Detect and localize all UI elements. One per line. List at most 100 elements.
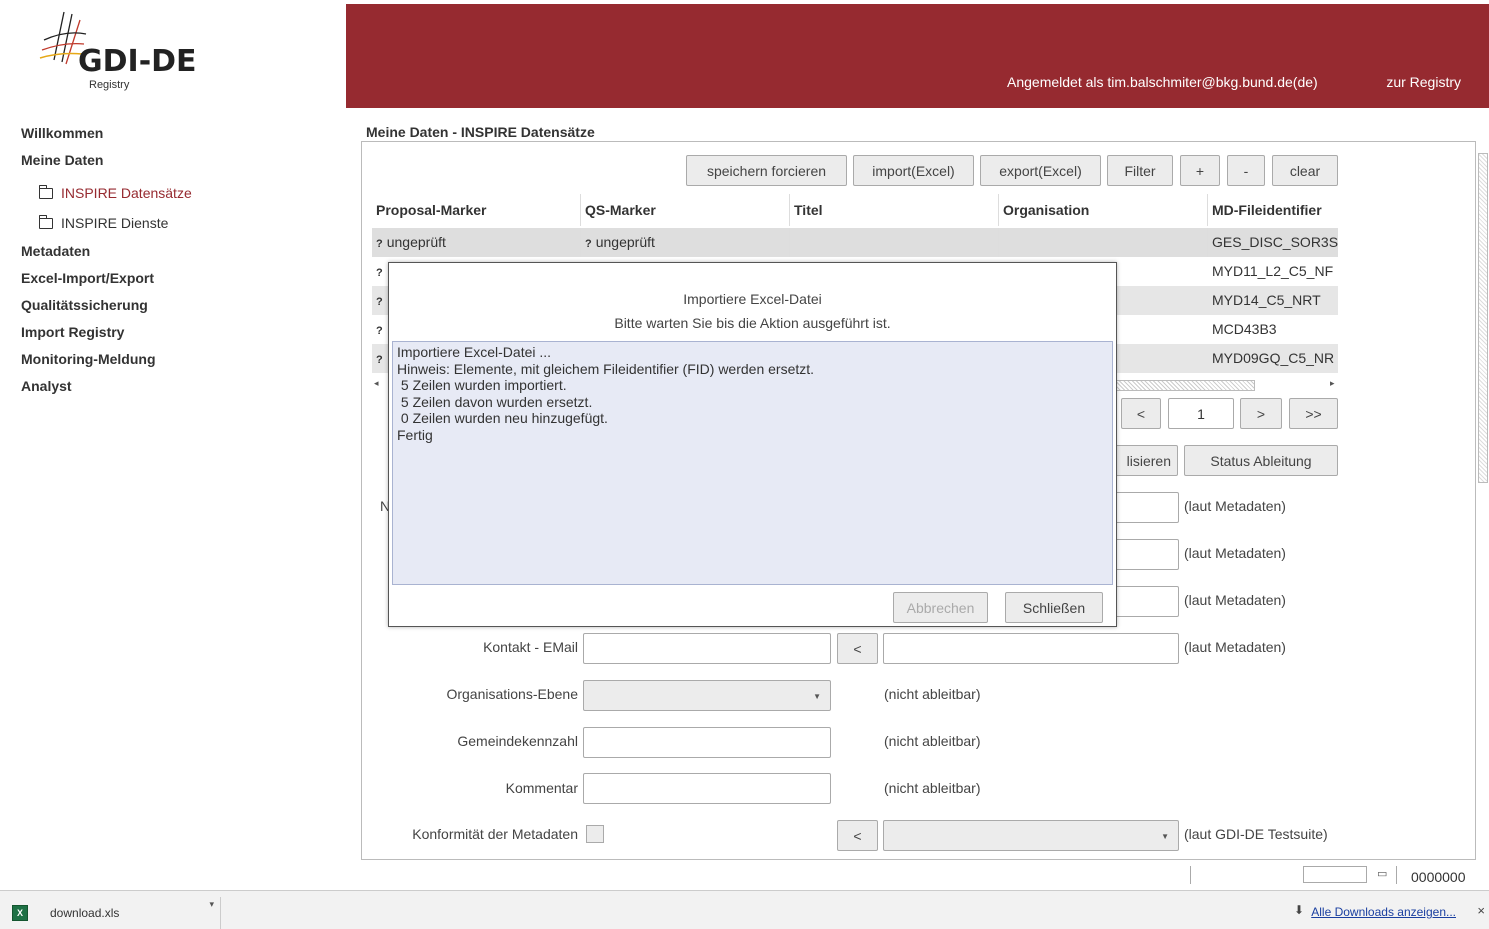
dialog-subtitle: Bitte warten Sie bis die Aktion ausgefüh… xyxy=(614,315,891,331)
close-button[interactable]: Schließen xyxy=(1005,592,1103,623)
cell-fid: MYD09GQ_C5_NR xyxy=(1212,350,1335,366)
logged-in-user: Angemeldet als tim.balschmiter@bkg.bund.… xyxy=(1007,74,1318,90)
page-number-input[interactable]: 1 xyxy=(1168,398,1234,429)
column-header-titel[interactable]: Titel xyxy=(790,194,999,226)
question-icon: ? xyxy=(585,238,592,250)
close-icon[interactable]: × xyxy=(1477,903,1485,918)
scroll-right-icon[interactable]: ▸ xyxy=(1330,378,1335,389)
filter-button[interactable]: Filter xyxy=(1107,155,1173,186)
gdi-de-logo[interactable]: GDI-DE Registry xyxy=(36,10,206,100)
note-not-derivable: (nicht ableitbar) xyxy=(884,733,981,749)
org-level-label: Organisations-Ebene xyxy=(446,686,578,702)
horizontal-scrollbar[interactable] xyxy=(1110,380,1255,391)
nav-analyst[interactable]: Analyst xyxy=(21,377,331,404)
org-level-select[interactable]: ▼ xyxy=(583,680,831,711)
nav-sub-label: INSPIRE Dienste xyxy=(61,215,169,231)
status-derivation-button[interactable]: Status Ableitung xyxy=(1184,445,1338,476)
divider xyxy=(1190,866,1191,884)
folder-icon xyxy=(38,184,53,199)
cell-organisation xyxy=(999,228,1208,257)
copy-conformity-button[interactable]: < xyxy=(837,820,878,851)
municipality-label: Gemeindekennzahl xyxy=(457,733,578,749)
excel-file-icon: X xyxy=(12,905,28,921)
cancel-button[interactable]: Abbrechen xyxy=(893,592,988,623)
force-save-button[interactable]: speichern forcieren xyxy=(686,155,847,186)
vertical-scrollbar[interactable] xyxy=(1477,141,1489,860)
note-metadata: (laut Metadaten) xyxy=(1184,639,1286,655)
nav-excel-import-export[interactable]: Excel-Import/Export xyxy=(21,269,331,296)
cell-titel xyxy=(790,228,999,257)
download-arrow-icon: ⬇ xyxy=(1293,903,1304,917)
divider xyxy=(1396,866,1397,884)
question-icon: ? xyxy=(376,267,383,279)
import-excel-button[interactable]: import(Excel) xyxy=(853,155,974,186)
import-dialog: Importiere Excel-Datei Bitte warten Sie … xyxy=(388,262,1117,627)
download-item[interactable]: X download.xls ▾ xyxy=(8,897,221,929)
last-page-button[interactable]: >> xyxy=(1289,398,1338,429)
remove-button[interactable]: - xyxy=(1227,155,1265,186)
nav-willkommen[interactable]: Willkommen xyxy=(21,124,331,151)
window-icon: ▭ xyxy=(1377,868,1388,880)
column-header-proposal[interactable]: Proposal-Marker xyxy=(372,194,581,226)
next-page-button[interactable]: > xyxy=(1240,398,1282,429)
logo-subtitle: Registry xyxy=(89,79,130,91)
header-bar: Angemeldet als tim.balschmiter@bkg.bund.… xyxy=(346,4,1489,108)
show-all-downloads-link[interactable]: Alle Downloads anzeigen... xyxy=(1311,905,1456,919)
prev-page-button[interactable]: < xyxy=(1121,398,1161,429)
downloads-bar: X download.xls ▾ ⬇ Alle Downloads anzeig… xyxy=(0,890,1489,929)
conformity-select[interactable]: ▼ xyxy=(883,820,1179,851)
chevron-down-icon: ▼ xyxy=(1161,832,1169,841)
registry-link[interactable]: zur Registry xyxy=(1386,74,1461,90)
nav-meine-daten[interactable]: Meine Daten xyxy=(21,151,331,178)
nav-qualitaetssicherung[interactable]: Qualitätssicherung xyxy=(21,296,331,323)
cell-fid: GES_DISC_SOR3S xyxy=(1212,234,1338,250)
contact-email-input[interactable] xyxy=(583,633,831,664)
question-icon: ? xyxy=(376,296,383,308)
nav-inspire-datensaetze[interactable]: INSPIRE Datensätze xyxy=(21,178,331,208)
conformity-checkbox[interactable] xyxy=(586,825,604,843)
question-icon: ? xyxy=(376,325,383,337)
comment-label: Kommentar xyxy=(505,780,578,796)
chevron-down-icon: ▼ xyxy=(813,692,821,701)
nav-metadaten[interactable]: Metadaten xyxy=(21,242,331,269)
note-not-derivable: (nicht ableitbar) xyxy=(884,780,981,796)
question-icon: ? xyxy=(376,354,383,366)
scroll-left-icon[interactable]: ◂ xyxy=(374,378,379,389)
table-row[interactable]: ? ungeprüft ? ungeprüft GES_DISC_SOR3S xyxy=(372,228,1338,257)
breadcrumb: Meine Daten - INSPIRE Datensätze xyxy=(366,124,595,140)
column-header-organisation[interactable]: Organisation xyxy=(999,194,1208,226)
note-metadata: (laut Metadaten) xyxy=(1184,545,1286,561)
status-box xyxy=(1303,866,1367,883)
cell-proposal: ? ungeprüft xyxy=(372,228,581,257)
scrollbar-thumb[interactable] xyxy=(1478,153,1488,483)
import-log[interactable]: Importiere Excel-Datei ... Hinweis: Elem… xyxy=(392,341,1113,585)
municipality-input[interactable] xyxy=(583,727,831,758)
dialog-title: Importiere Excel-Datei xyxy=(683,291,822,307)
chevron-down-icon[interactable]: ▾ xyxy=(209,899,214,910)
cell-fid: MYD11_L2_C5_NF xyxy=(1212,263,1334,279)
nav-inspire-dienste[interactable]: INSPIRE Dienste xyxy=(21,208,331,238)
copy-email-button[interactable]: < xyxy=(837,633,878,664)
question-icon: ? xyxy=(376,238,383,250)
contact-email-metadata[interactable] xyxy=(883,633,1179,664)
comment-input[interactable] xyxy=(583,773,831,804)
folder-icon xyxy=(38,214,53,229)
column-header-qs[interactable]: QS-Marker xyxy=(581,194,790,226)
conformity-label: Konformität der Metadaten xyxy=(412,826,578,842)
note-metadata: (laut Metadaten) xyxy=(1184,592,1286,608)
cell-qs: ? ungeprüft xyxy=(581,228,790,257)
logo-brand: GDI-DE xyxy=(78,44,197,79)
clear-button[interactable]: clear xyxy=(1272,155,1338,186)
download-filename: download.xls xyxy=(50,906,120,920)
nav-import-registry[interactable]: Import Registry xyxy=(21,323,331,350)
add-button[interactable]: + xyxy=(1180,155,1220,186)
note-not-derivable: (nicht ableitbar) xyxy=(884,686,981,702)
nav-sub-label: INSPIRE Datensätze xyxy=(61,185,192,201)
note-metadata: (laut Metadaten) xyxy=(1184,498,1286,514)
export-excel-button[interactable]: export(Excel) xyxy=(980,155,1101,186)
nav-monitoring-meldung[interactable]: Monitoring-Meldung xyxy=(21,350,331,377)
column-header-fid[interactable]: MD-Fileidentifier xyxy=(1208,194,1338,226)
cell-fid: MYD14_C5_NRT xyxy=(1212,292,1321,308)
sidebar-nav: Willkommen Meine Daten INSPIRE Datensätz… xyxy=(21,124,331,404)
cell-fid: MCD43B3 xyxy=(1212,321,1277,337)
